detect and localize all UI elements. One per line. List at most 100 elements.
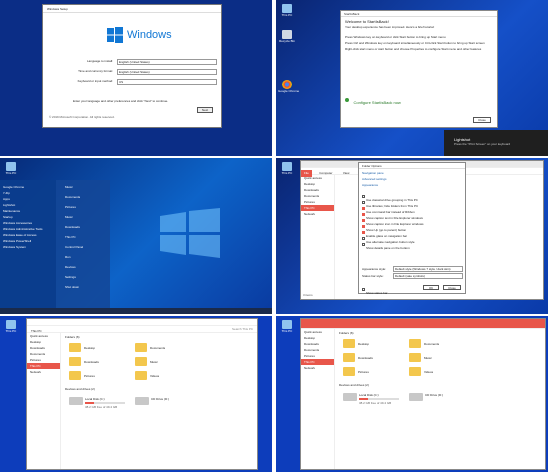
start-place-item[interactable]: Shut down — [62, 284, 110, 294]
drive-usage-fill — [85, 402, 95, 404]
close-button[interactable]: Close — [473, 117, 491, 123]
nav-pane: Quick access Desktop Downloads Documents… — [301, 175, 335, 299]
folder-label: Music — [150, 360, 158, 364]
folder-icon[interactable] — [409, 339, 421, 348]
show-status-bar-check[interactable]: Show status bar — [362, 281, 388, 299]
start-place-item[interactable]: Run — [62, 254, 110, 264]
next-button[interactable]: Next — [197, 107, 213, 113]
setup-panel: Windows Setup Windows Language to instal… — [0, 0, 272, 156]
start-place-item[interactable]: Music — [62, 214, 110, 224]
computer-icon — [6, 320, 16, 329]
windows-logo-icon — [107, 27, 123, 43]
setup-row-label: Keyboard or input method: — [77, 79, 113, 83]
address-bar[interactable]: Search This PC — [27, 326, 257, 333]
desktop-icon-label: This PC — [281, 13, 293, 17]
folder-icon[interactable] — [69, 343, 81, 352]
folder-label: Desktop — [358, 342, 370, 346]
desktop-icon-this-pc[interactable]: This PC — [2, 162, 20, 175]
options-panel: This PC File Computer View Quick access … — [276, 158, 548, 314]
desktop-icon-this-pc[interactable]: This PC — [278, 162, 296, 175]
folders-heading: Folders (6) — [339, 331, 354, 335]
start-program-item[interactable]: Windows System — [0, 244, 56, 250]
folder-label: Documents — [424, 342, 440, 346]
start-menu: Google Chrome 7-Zip Apps Lightshot Maintenan… — [0, 180, 110, 310]
desktop-icon-chrome[interactable]: Google Chrome — [278, 80, 299, 93]
folder-label: Pictures — [84, 374, 95, 378]
desktop-icon-label: Recycle Bin — [279, 39, 295, 43]
chrome-icon — [282, 80, 292, 89]
drive-icon[interactable] — [343, 393, 357, 401]
folder-icon[interactable] — [135, 357, 147, 366]
toast-title: Lightshot — [454, 137, 471, 142]
desktop-icon-this-pc[interactable]: This PC — [278, 320, 296, 333]
computer-icon — [6, 162, 16, 171]
nav-network[interactable]: Network — [301, 211, 334, 217]
menu-view[interactable]: View — [340, 171, 352, 175]
configure-link[interactable]: Configure StartIsBack now — [345, 91, 401, 109]
start-place-item[interactable]: Music — [62, 184, 110, 194]
folder-label: Documents — [150, 346, 166, 350]
start-place-item[interactable]: Downloads — [62, 224, 110, 234]
start-place-item[interactable]: Control Panel — [62, 244, 110, 254]
nav-network[interactable]: Network — [27, 369, 60, 375]
drive-icon[interactable] — [409, 393, 423, 401]
appearance-style-select[interactable]: Default style (Windows 7 style / dark sk… — [393, 266, 463, 272]
shield-icon — [345, 97, 349, 102]
folder-icon[interactable] — [409, 367, 421, 376]
checkbox[interactable] — [362, 243, 365, 247]
folder-icon[interactable] — [343, 353, 355, 362]
drive-label: CD Drive (D:) — [151, 397, 169, 401]
welcome-bullet: Right-click start menu or start button a… — [345, 47, 482, 51]
desktop-icon-label: This PC — [281, 329, 293, 333]
lightshot-toast[interactable]: Lightshot Press the "Print Screen" on yo… — [444, 130, 548, 156]
folder-icon[interactable] — [69, 357, 81, 366]
computer-icon — [282, 162, 292, 171]
setup-copyright: © 2019 Microsoft Corporation. All rights… — [49, 115, 115, 119]
desktop-icon-label: This PC — [5, 329, 17, 333]
folders-heading: Folders (6) — [65, 335, 80, 339]
setup-window: Windows Setup Windows Language to instal… — [42, 4, 222, 128]
startmenu-panel: This PC Google Chrome 7-Zip Apps Lightshot M… — [0, 158, 272, 314]
start-place-item[interactable]: Pictures — [62, 204, 110, 214]
ok-button[interactable]: OK — [423, 285, 439, 290]
drives-heading: Devices and drives (2) — [339, 383, 369, 387]
folder-label: Music — [424, 356, 432, 360]
drive-label: Local Disk (C:) — [85, 397, 105, 401]
start-place-item[interactable]: Documents — [62, 194, 110, 204]
folder-label: Downloads — [84, 360, 99, 364]
folder-icon[interactable] — [343, 339, 355, 348]
folder-icon[interactable] — [135, 343, 147, 352]
checkbox-label: Show details pane on the bottom — [366, 246, 410, 250]
setup-row-time: Time and currency format: English (Unite… — [53, 69, 217, 75]
desktop-icon-this-pc[interactable]: This PC — [278, 4, 296, 17]
drive-icon[interactable] — [69, 397, 83, 405]
folder-label: Pictures — [358, 370, 369, 374]
desktop-icon-recycle-bin[interactable]: Recycle Bin — [278, 30, 296, 43]
keyboard-select[interactable]: US — [117, 79, 217, 85]
folder-icon[interactable] — [409, 353, 421, 362]
nav-network[interactable]: Network — [301, 365, 334, 371]
explorer-titlebar: Search This PC — [301, 319, 545, 333]
desktop-icon-this-pc[interactable]: This PC — [2, 320, 20, 333]
time-format-select[interactable]: English (United States) — [117, 69, 217, 75]
nav-pane: Quick access Desktop Downloads Documents… — [27, 333, 61, 469]
language-select[interactable]: English (United States) — [117, 59, 217, 65]
folder-icon[interactable] — [135, 371, 147, 380]
drive-icon[interactable] — [135, 397, 149, 405]
explorer-light-panel: This PC This PC Search This PC Quick acc… — [0, 316, 272, 472]
start-place-item[interactable]: Devices — [62, 264, 110, 274]
search-box[interactable]: Search This PC — [232, 327, 253, 331]
start-place-item[interactable]: This PC — [62, 234, 110, 244]
close-button[interactable]: Close — [443, 285, 461, 290]
folder-icon[interactable] — [343, 367, 355, 376]
windows-wordmark: Windows — [127, 29, 172, 41]
folder-icon[interactable] — [69, 371, 81, 380]
start-place-item[interactable]: Settings — [62, 274, 110, 284]
status-style-select[interactable]: Default (sate symbols) — [393, 273, 463, 279]
explorer-window: Search This PC Quick access Desktop Down… — [300, 318, 546, 470]
nav-pane: Quick access Desktop Downloads Documents… — [301, 329, 335, 469]
welcome-bullet: Press Ctrl and Windows key on keyboard s… — [345, 41, 485, 45]
checkbox[interactable] — [362, 288, 365, 292]
folder-label: Downloads — [358, 356, 373, 360]
explorer-content: Folders (6) Desktop Documents Downloads Musi… — [339, 331, 545, 469]
